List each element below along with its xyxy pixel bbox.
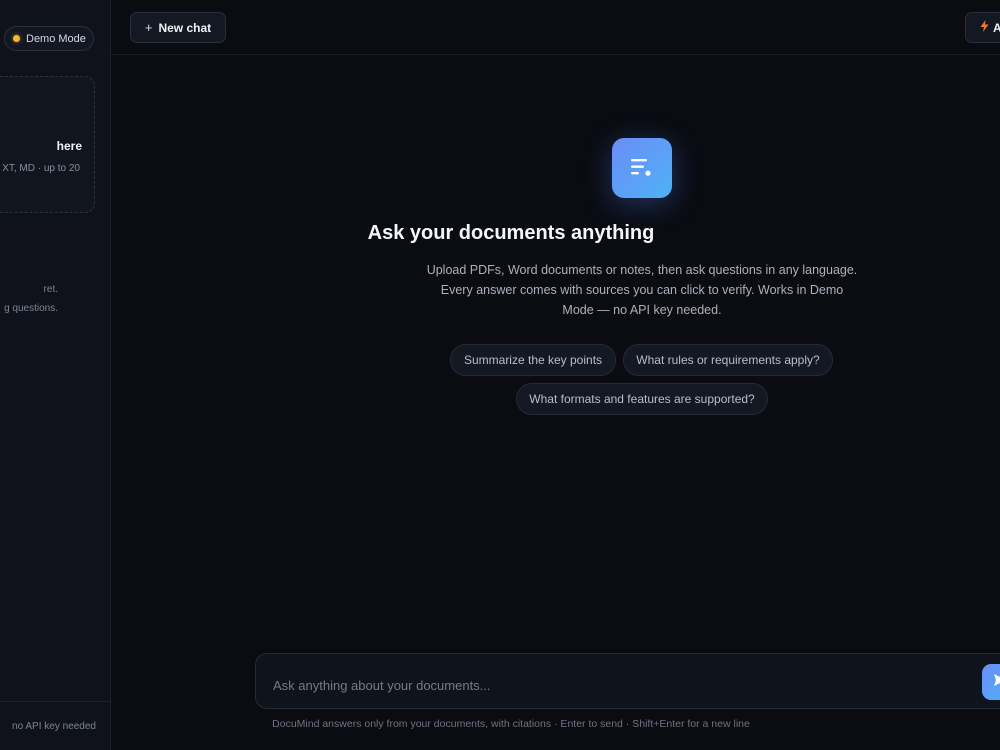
demo-mode-badge[interactable]: Demo Mode	[4, 26, 94, 51]
app-root: Demo Mode here XT, MD · up to 20 ret. g …	[0, 0, 1000, 750]
hero-title: Ask your documents anything	[367, 222, 655, 244]
bolt-icon	[980, 20, 989, 35]
composer-hint: DocuMind answers only from your document…	[272, 718, 750, 730]
status-dot-icon	[13, 35, 20, 42]
suggestion-chip-summarize[interactable]: Summarize the key points	[450, 344, 616, 376]
dropzone-subtitle: XT, MD · up to 20	[2, 163, 80, 174]
empty-state-line: g questions.	[4, 303, 58, 314]
documents-empty-state: ret. g questions.	[4, 280, 58, 318]
demo-mode-label: Demo Mode	[26, 32, 86, 45]
hero-description-line: Upload PDFs, Word documents or notes, th…	[426, 263, 858, 277]
suggestion-chip-rules[interactable]: What rules or requirements apply?	[623, 344, 833, 376]
main-panel: + New chat A Ask your documents anything…	[111, 0, 1000, 750]
plus-icon: +	[144, 20, 153, 35]
send-icon	[993, 673, 1000, 692]
send-button[interactable]	[982, 664, 1000, 700]
empty-state-line: ret.	[43, 284, 58, 295]
message-input[interactable]	[271, 654, 971, 710]
document-lines-icon	[612, 138, 672, 198]
top-bar: + New chat A	[111, 0, 1000, 55]
upload-dropzone[interactable]: here XT, MD · up to 20	[0, 76, 95, 213]
hero-description: Upload PDFs, Word documents or notes, th…	[424, 260, 860, 320]
suggestion-chip-formats[interactable]: What formats and features are supported?	[516, 383, 768, 415]
new-chat-button[interactable]: + New chat	[130, 12, 226, 43]
hero-description-line: Every answer comes with sources you can …	[440, 283, 844, 297]
new-chat-label: New chat	[158, 20, 212, 35]
message-composer	[255, 653, 1000, 710]
top-right-button-label: A	[993, 20, 1000, 35]
sidebar: Demo Mode here XT, MD · up to 20 ret. g …	[0, 0, 111, 750]
hero-description-line: Mode — no API key needed.	[562, 303, 722, 317]
dropzone-title: here	[56, 139, 82, 153]
top-right-button[interactable]: A	[965, 12, 1000, 43]
